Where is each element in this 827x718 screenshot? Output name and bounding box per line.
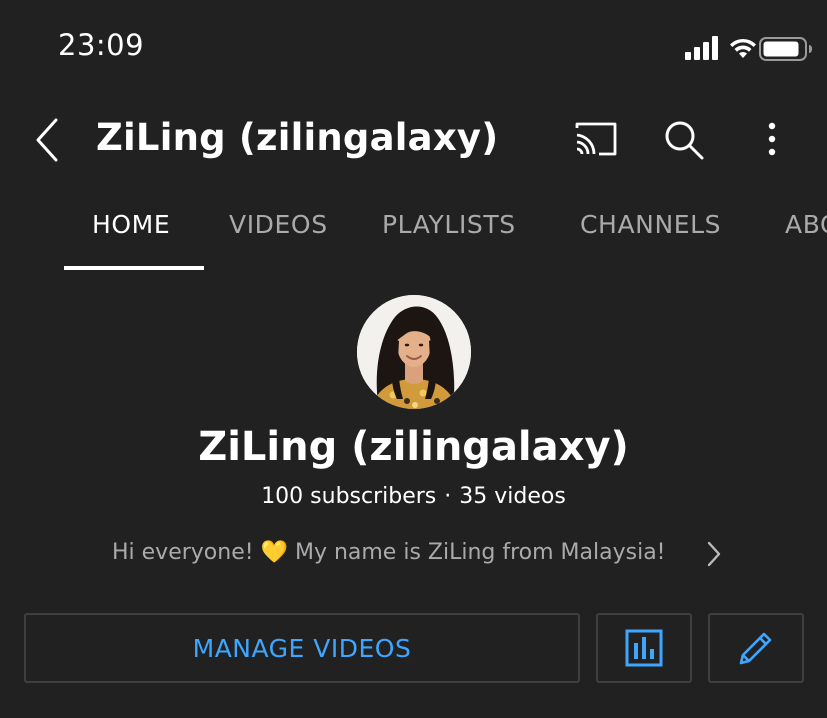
subscriber-count: 100 subscribers bbox=[261, 484, 437, 509]
tab-home[interactable]: HOME bbox=[92, 210, 170, 239]
tab-about[interactable]: ABO bbox=[785, 210, 827, 239]
more-vert-icon bbox=[768, 122, 776, 156]
status-icons bbox=[685, 36, 812, 62]
analytics-button[interactable] bbox=[596, 613, 692, 683]
status-time: 23:09 bbox=[58, 28, 145, 62]
description-text-end: My name is ZiLing from Malaysia! bbox=[287, 540, 666, 565]
channel-description-row[interactable]: Hi everyone! 💛 My name is ZiLing from Ma… bbox=[112, 538, 752, 570]
wifi-icon bbox=[730, 38, 756, 58]
manage-videos-label: MANAGE VIDEOS bbox=[192, 634, 412, 663]
cast-button[interactable] bbox=[574, 118, 618, 162]
battery-icon bbox=[759, 37, 812, 61]
stats-separator: · bbox=[444, 484, 452, 509]
description-text-start: Hi everyone! bbox=[112, 540, 261, 565]
active-tab-indicator bbox=[64, 266, 204, 270]
tab-channels[interactable]: CHANNELS bbox=[580, 210, 721, 239]
back-button[interactable] bbox=[30, 116, 70, 164]
search-button[interactable] bbox=[662, 118, 706, 162]
yellow-heart-emoji: 💛 bbox=[260, 540, 288, 565]
tab-videos[interactable]: VIDEOS bbox=[229, 210, 328, 239]
channel-tabs: HOME VIDEOS PLAYLISTS CHANNELS ABO bbox=[0, 206, 827, 272]
edit-channel-button[interactable] bbox=[708, 613, 804, 683]
cast-icon bbox=[575, 122, 617, 156]
signal-icon bbox=[685, 36, 718, 60]
manage-videos-button[interactable]: MANAGE VIDEOS bbox=[24, 613, 580, 683]
channel-avatar[interactable] bbox=[357, 295, 471, 409]
chevron-right-icon bbox=[707, 541, 721, 567]
channel-description: Hi everyone! 💛 My name is ZiLing from Ma… bbox=[112, 540, 666, 565]
channel-name: ZiLing (zilingalaxy) bbox=[198, 424, 629, 470]
header-title: ZiLing (zilingalaxy) bbox=[96, 116, 499, 159]
more-options-button[interactable] bbox=[750, 118, 794, 162]
back-icon bbox=[36, 118, 58, 162]
youtube-channel-screen: 23:09 ZiLing (zilingalaxy) HOME VIDEOS P… bbox=[0, 0, 827, 718]
pencil-icon bbox=[739, 632, 772, 665]
analytics-icon bbox=[625, 629, 663, 667]
avatar-image bbox=[357, 295, 471, 409]
tab-playlists[interactable]: PLAYLISTS bbox=[382, 210, 516, 239]
channel-stats: 100 subscribers · 35 videos bbox=[0, 484, 827, 509]
video-count: 35 videos bbox=[459, 484, 566, 509]
search-icon bbox=[665, 121, 704, 160]
